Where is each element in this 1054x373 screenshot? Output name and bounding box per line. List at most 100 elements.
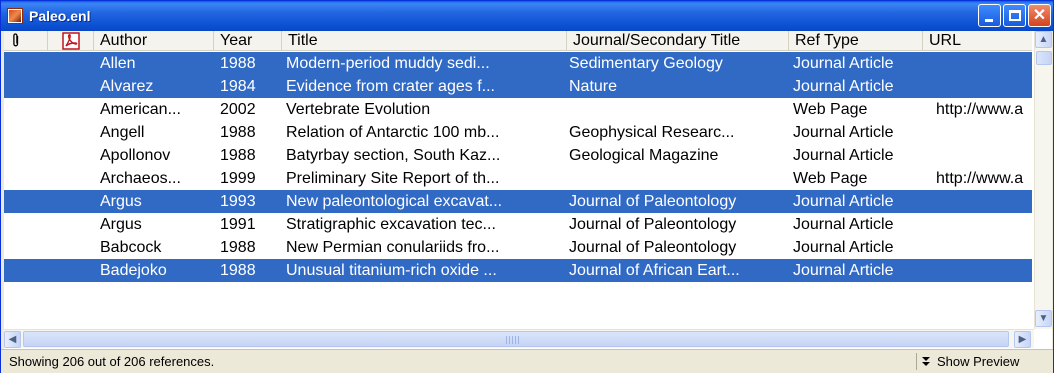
cell-journal: [569, 98, 787, 121]
table-row[interactable]: Angell 1988 Relation of Antarctic 100 mb..…: [4, 121, 1032, 144]
cell-url: http://www.a: [936, 101, 1024, 118]
cell-url: [936, 75, 1032, 98]
cell-journal: Journal of Paleontology: [569, 216, 737, 233]
title-bar[interactable]: Paleo.enl ✕: [1, 1, 1053, 31]
cell-title: New paleontological excavat...: [286, 193, 503, 210]
column-header-attachment[interactable]: [4, 31, 48, 51]
endnote-app-icon[interactable]: [7, 8, 23, 24]
cell-url: [936, 121, 1032, 144]
cell-reftype: Journal Article: [793, 147, 894, 164]
cell-year: 1988: [220, 55, 256, 72]
cell-journal: Journal of African Eart...: [569, 262, 740, 279]
close-button[interactable]: ✕: [1028, 4, 1051, 27]
column-header-ref-type[interactable]: Ref Type: [789, 31, 923, 51]
status-bar: Showing 206 out of 206 references. Show …: [1, 349, 1053, 373]
cell-author: Babcock: [100, 239, 162, 256]
scroll-up-button[interactable]: ▲: [1035, 31, 1052, 48]
scroll-left-icon: ◀: [8, 334, 17, 345]
window-controls: ✕: [978, 4, 1051, 27]
column-header-author[interactable]: Author: [94, 31, 214, 51]
cell-title: Modern-period muddy sedi...: [286, 55, 490, 72]
cell-year: 1999: [220, 170, 256, 187]
reference-list[interactable]: Author Year Title Journal/Secondary Titl…: [4, 31, 1052, 349]
cell-url: [936, 144, 1032, 167]
cell-journal: Nature: [569, 78, 618, 95]
cell-journal: Geological Magazine: [569, 147, 719, 164]
cell-url: [936, 52, 1032, 75]
table-row[interactable]: Badejoko 1988 Unusual titanium-rich oxide …: [4, 259, 1032, 282]
endnote-library-window: Paleo.enl ✕ Author Year Title Journal/Se…: [0, 0, 1054, 373]
scroll-left-button[interactable]: ◀: [4, 331, 21, 348]
cell-url: [936, 190, 1032, 213]
vertical-scrollbar[interactable]: ▲ ▼: [1034, 31, 1052, 329]
show-preview-icon: [922, 356, 930, 366]
minimize-button[interactable]: [978, 4, 1001, 27]
cell-author: Apollonov: [100, 147, 171, 164]
cell-reftype: Journal Article: [793, 78, 894, 95]
cell-year: 2002: [220, 101, 256, 118]
cell-year: 1988: [220, 124, 256, 141]
cell-author: Angell: [100, 124, 145, 141]
table-row[interactable]: Babcock 1988 New Permian conulariids fro..…: [4, 236, 1032, 259]
cell-reftype: Journal Article: [793, 124, 894, 141]
column-header-journal[interactable]: Journal/Secondary Title: [567, 31, 789, 51]
cell-journal: Sedimentary Geology: [569, 55, 723, 72]
cell-journal: Journal of Paleontology: [569, 193, 737, 210]
close-icon: ✕: [1032, 7, 1047, 24]
cell-title: Evidence from crater ages f...: [286, 78, 495, 95]
horizontal-scroll-thumb[interactable]: [23, 331, 1009, 347]
cell-reftype: Web Page: [793, 170, 868, 187]
cell-year: 1993: [220, 193, 256, 210]
cell-year: 1988: [220, 239, 256, 256]
status-text: Showing 206 out of 206 references.: [9, 354, 215, 369]
cell-reftype: Journal Article: [793, 216, 894, 233]
cell-url: http://www.a: [936, 170, 1024, 187]
show-preview-label: Show Preview: [937, 354, 1020, 369]
cell-journal: [569, 167, 787, 190]
cell-year: 1984: [220, 78, 256, 95]
cell-title: New Permian conulariids fro...: [286, 239, 500, 256]
table-row[interactable]: Apollonov 1988 Batyrbay section, South Kaz…: [4, 144, 1032, 167]
cell-title: Stratigraphic excavation tec...: [286, 216, 496, 233]
cell-reftype: Journal Article: [793, 55, 894, 72]
column-header-url[interactable]: URL: [923, 31, 1032, 51]
cell-title: Vertebrate Evolution: [286, 101, 431, 118]
window-title: Paleo.enl: [29, 8, 91, 24]
maximize-icon: [1009, 10, 1021, 21]
maximize-button[interactable]: [1003, 4, 1026, 27]
column-header-title[interactable]: Title: [282, 31, 567, 51]
vertical-scroll-thumb[interactable]: [1036, 51, 1052, 65]
cell-url: [936, 213, 1032, 236]
horizontal-scrollbar[interactable]: ◀ ▶: [4, 329, 1034, 348]
cell-author: Allen: [100, 55, 136, 72]
cell-journal: Geophysical Researc...: [569, 124, 735, 141]
scroll-down-button[interactable]: ▼: [1035, 310, 1052, 327]
scroll-right-icon: ▶: [1018, 334, 1027, 345]
cell-author: American...: [100, 101, 181, 118]
minimize-icon: [985, 19, 993, 22]
cell-title: Batyrbay section, South Kaz...: [286, 147, 501, 164]
cell-reftype: Journal Article: [793, 262, 894, 279]
column-header-year[interactable]: Year: [214, 31, 282, 51]
cell-author: Argus: [100, 216, 142, 233]
cell-author: Alvarez: [100, 78, 154, 95]
cell-title: Relation of Antarctic 100 mb...: [286, 124, 500, 141]
table-row[interactable]: Argus 1993 New paleontological excavat... J…: [4, 190, 1032, 213]
paperclip-icon: [13, 33, 19, 47]
table-row[interactable]: American... 2002 Vertebrate Evolution Web P…: [4, 98, 1032, 121]
column-header-row: Author Year Title Journal/Secondary Titl…: [4, 31, 1032, 51]
cell-year: 1988: [220, 262, 256, 279]
table-row[interactable]: Alvarez 1984 Evidence from crater ages f..…: [4, 75, 1032, 98]
cell-reftype: Web Page: [793, 101, 868, 118]
column-header-pdf[interactable]: [48, 31, 94, 51]
scroll-right-button[interactable]: ▶: [1014, 331, 1031, 348]
cell-title: Unusual titanium-rich oxide ...: [286, 262, 497, 279]
show-preview-button[interactable]: Show Preview: [921, 352, 1019, 371]
cell-year: 1991: [220, 216, 256, 233]
table-row[interactable]: Archaeos... 1999 Preliminary Site Report o…: [4, 167, 1032, 190]
cell-journal: Journal of Paleontology: [569, 239, 737, 256]
table-row[interactable]: Allen 1988 Modern-period muddy sedi... Sedi…: [4, 52, 1032, 75]
cell-year: 1988: [220, 147, 256, 164]
table-row[interactable]: Argus 1991 Stratigraphic excavation tec...…: [4, 213, 1032, 236]
cell-url: [936, 259, 1032, 282]
